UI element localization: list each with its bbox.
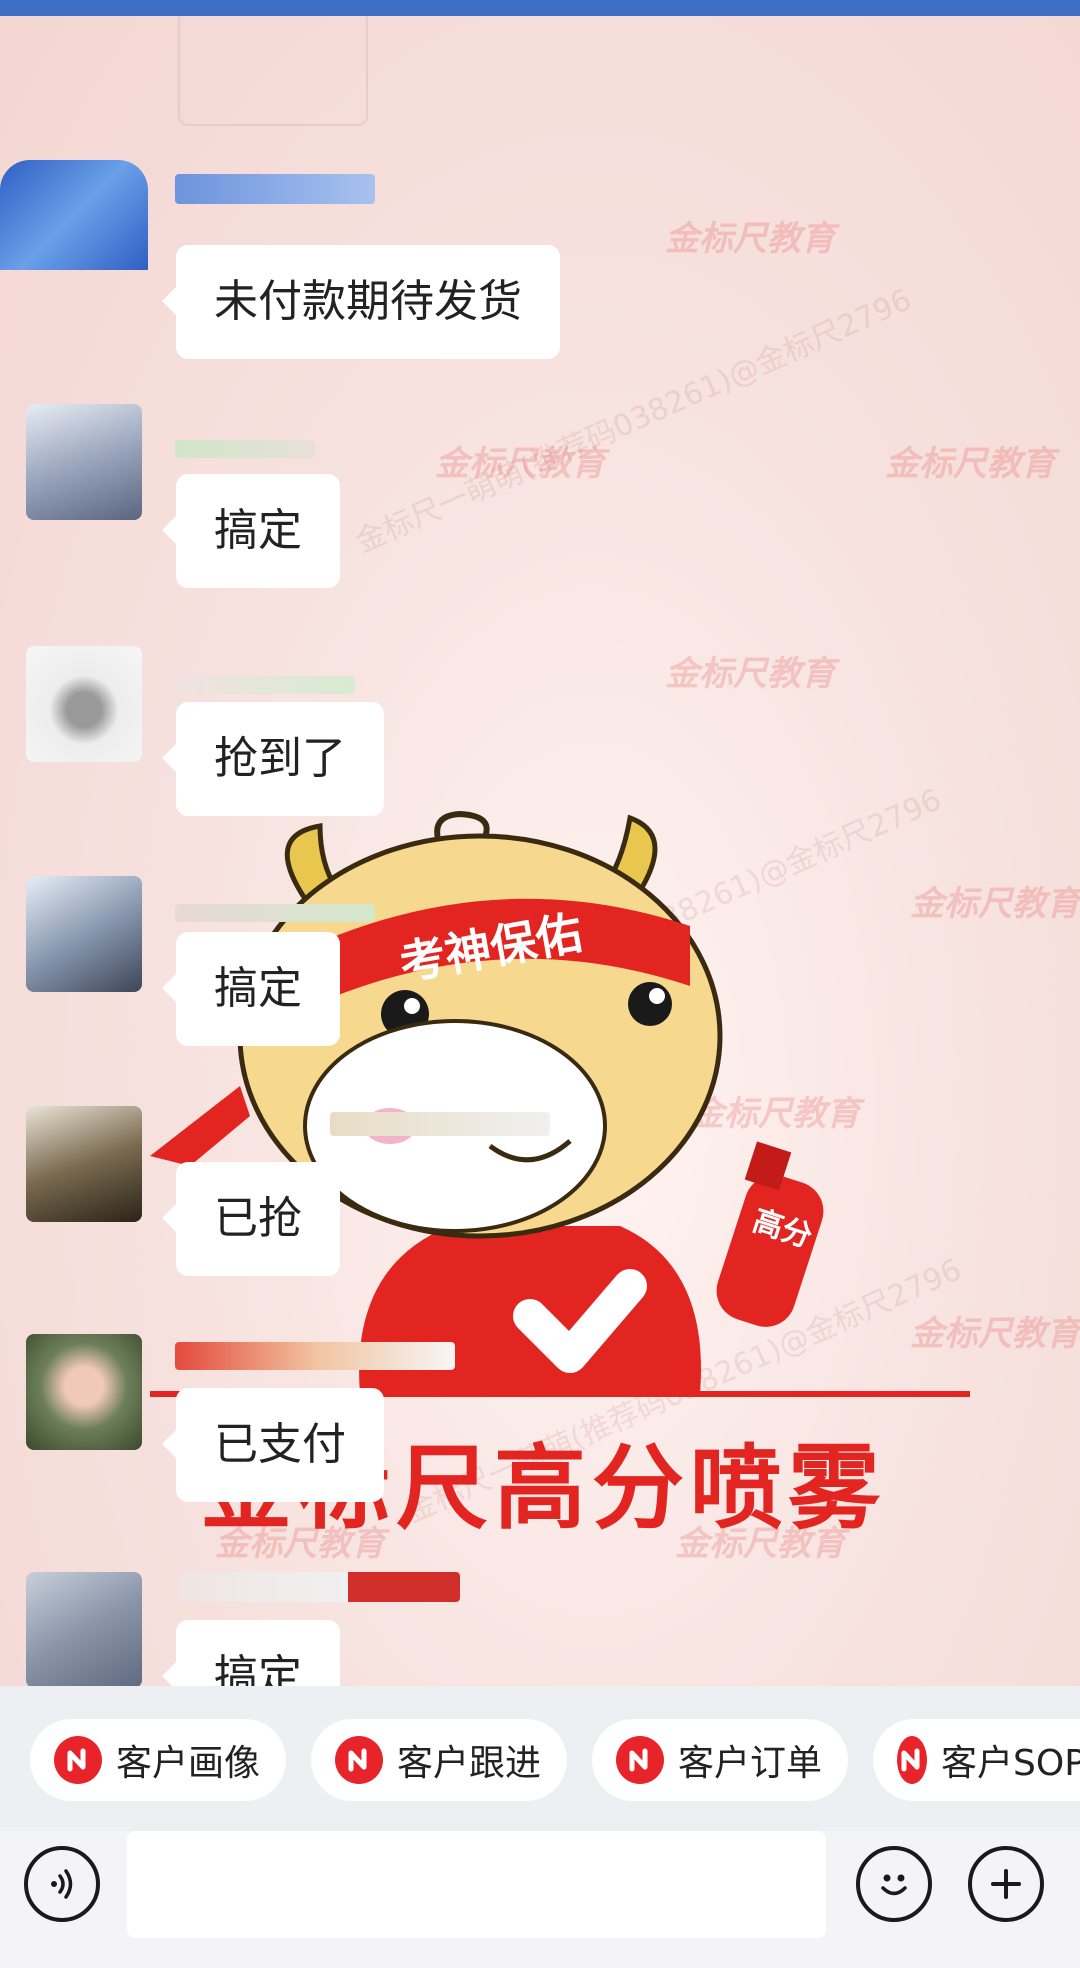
- blurred-nickname: [175, 676, 355, 694]
- brand-logo-icon: [335, 1736, 383, 1784]
- message-bubble[interactable]: 搞定: [162, 474, 340, 588]
- voice-icon: [51, 1869, 73, 1899]
- quick-action-customer-sop[interactable]: 客户SOP: [873, 1719, 1080, 1801]
- chat-message: 抢到了: [0, 646, 1080, 816]
- blurred-avatar[interactable]: [26, 646, 142, 762]
- brand-logo-icon: [897, 1736, 927, 1784]
- blurred-avatar[interactable]: [26, 1334, 142, 1450]
- blurred-nickname: [175, 174, 375, 204]
- blurred-nickname: [175, 1342, 455, 1370]
- blurred-nickname: [330, 1112, 550, 1136]
- quick-action-label: 客户画像: [116, 1743, 261, 1784]
- message-input-bar: [0, 1831, 1080, 1968]
- emoji-icon: [881, 1874, 907, 1896]
- message-bubble[interactable]: 已抢: [162, 1162, 340, 1276]
- chat-message: 搞定: [0, 876, 1080, 1046]
- chat-message: 搞定: [0, 404, 1080, 588]
- blurred-avatar[interactable]: [26, 404, 142, 520]
- brand-logo-icon: [616, 1736, 664, 1784]
- previous-message-edge: [178, 16, 368, 126]
- message-bubble[interactable]: 抢到了: [162, 702, 384, 816]
- quick-action-customer-followup[interactable]: 客户跟进: [311, 1719, 568, 1801]
- top-status-bar: [0, 0, 1080, 16]
- quick-action-label: 客户订单: [678, 1743, 823, 1784]
- chat-message-area[interactable]: 金标尺教育 金标尺教育 金标尺教育 金标尺教育 金标尺教育 金标尺教育 金标尺教…: [0, 16, 1080, 1686]
- blurred-nickname: [180, 1572, 460, 1602]
- brand-logo-icon: [54, 1736, 102, 1784]
- message-bubble[interactable]: 搞定: [162, 932, 340, 1046]
- chat-message: 已支付: [0, 1334, 1080, 1502]
- message-text-input[interactable]: [127, 1831, 826, 1938]
- chat-message: 未付款期待发货: [0, 160, 1080, 359]
- blurred-nickname: [175, 904, 375, 922]
- chat-message: 搞定: [0, 1572, 1080, 1686]
- blurred-avatar[interactable]: [26, 1572, 142, 1686]
- quick-action-label: 客户SOP: [941, 1743, 1080, 1784]
- quick-action-label: 客户跟进: [397, 1743, 542, 1784]
- message-bubble[interactable]: 已支付: [162, 1388, 384, 1502]
- blurred-avatar[interactable]: [26, 876, 142, 992]
- quick-action-customer-profile[interactable]: 客户画像: [30, 1719, 287, 1801]
- message-bubble[interactable]: 未付款期待发货: [162, 245, 560, 359]
- quick-actions-bar: 客户画像 客户跟进 客户订单 客户SOP: [0, 1686, 1080, 1831]
- voice-button[interactable]: [24, 1846, 100, 1922]
- blurred-nickname: [175, 440, 315, 458]
- message-bubble[interactable]: 搞定: [162, 1620, 340, 1686]
- blurred-avatar[interactable]: [26, 1106, 142, 1222]
- blurred-avatar[interactable]: [0, 160, 148, 270]
- emoji-button[interactable]: [856, 1846, 932, 1922]
- plus-icon: [991, 1869, 1021, 1899]
- more-button[interactable]: [968, 1846, 1044, 1922]
- chat-message: 已抢: [0, 1106, 1080, 1276]
- quick-action-customer-orders[interactable]: 客户订单: [592, 1719, 849, 1801]
